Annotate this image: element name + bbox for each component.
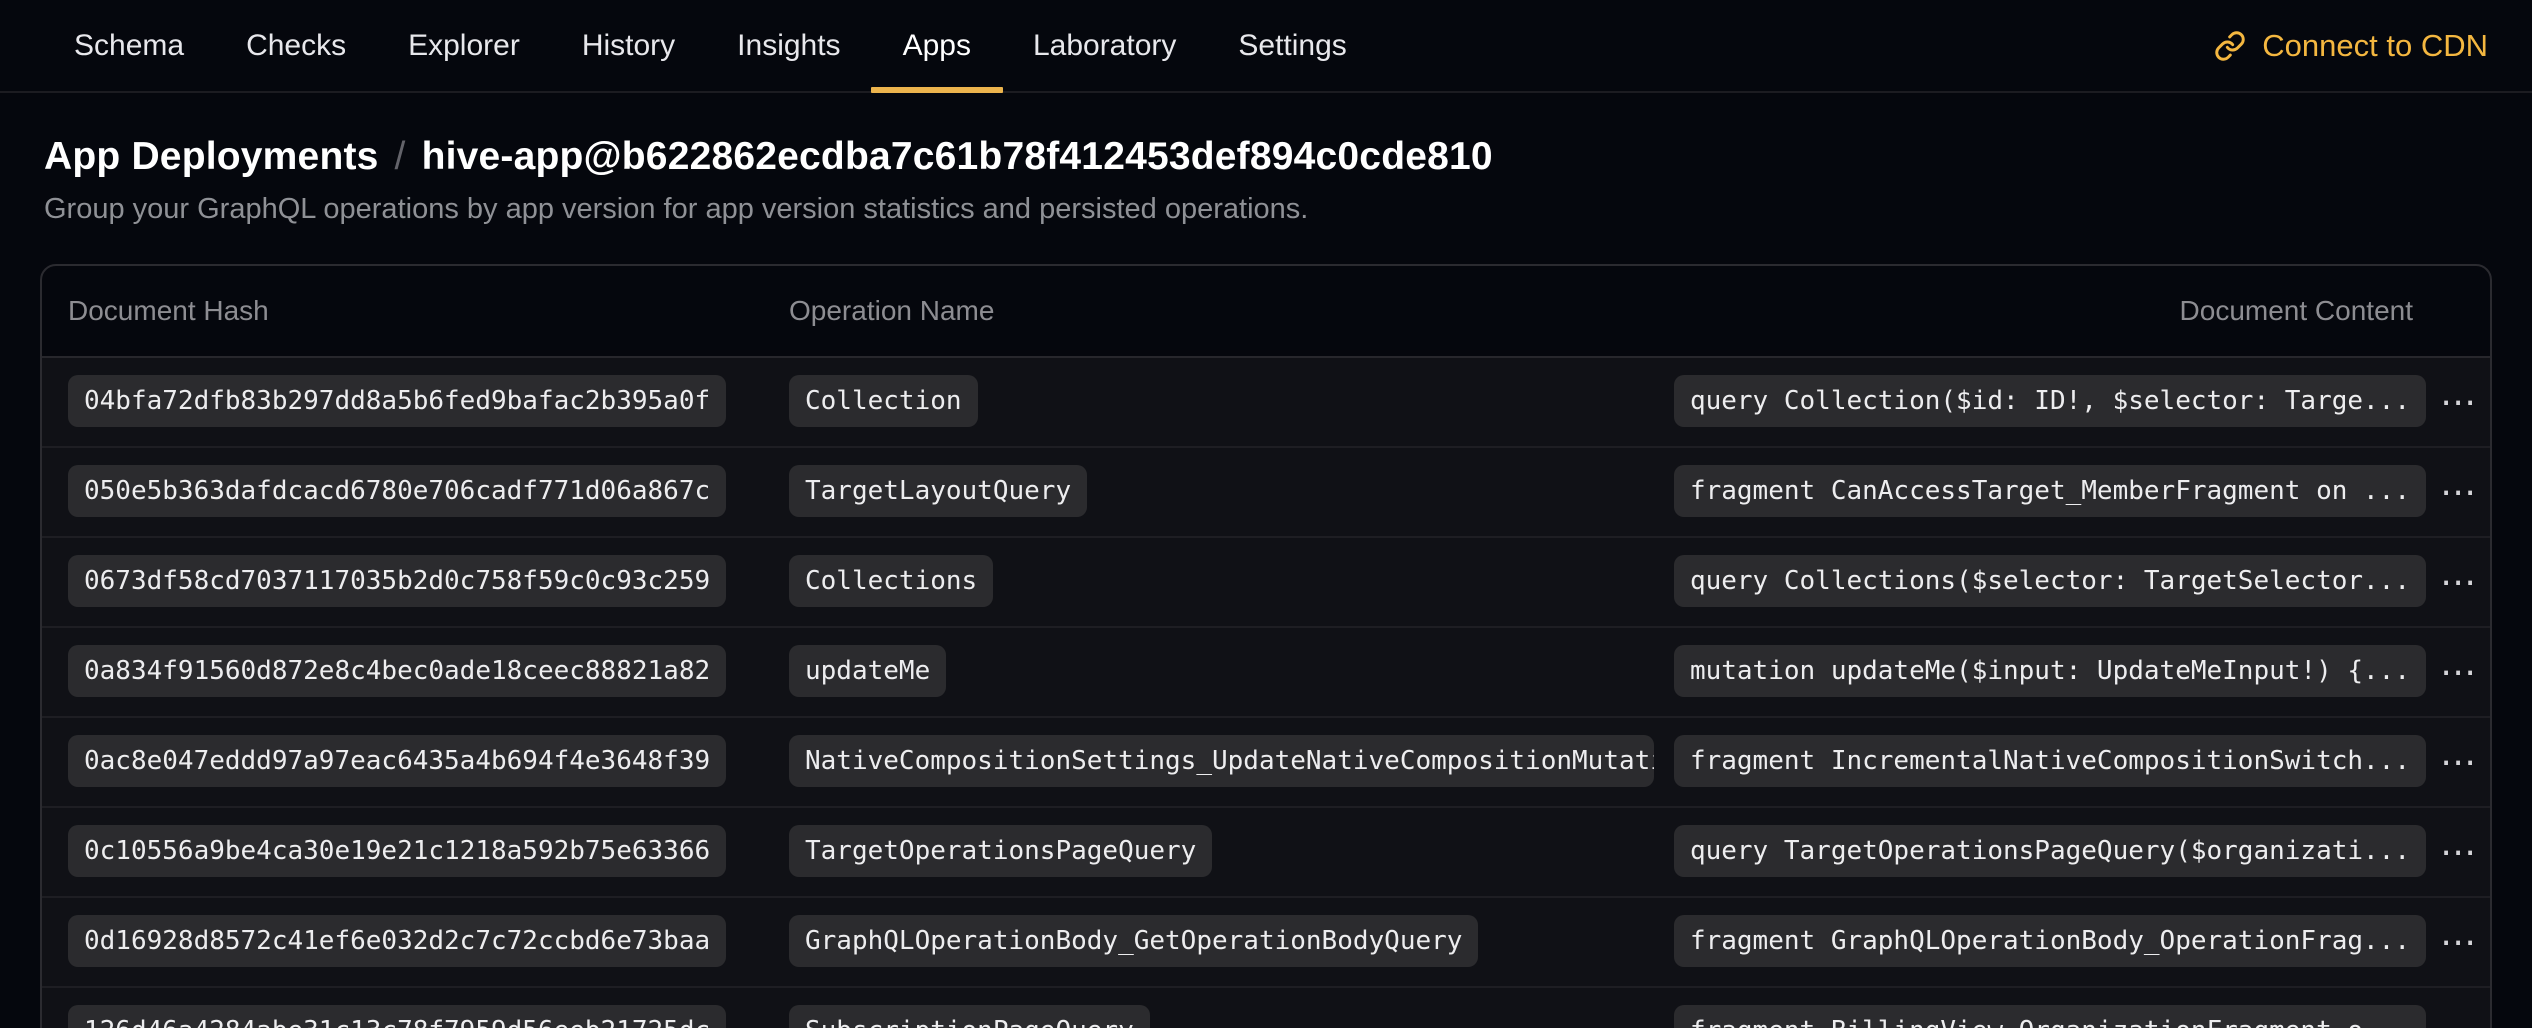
table-row: 126d46a4284abe31c13c78f7959d56eeb21725dc… <box>42 988 2490 1028</box>
nav-tab-checks[interactable]: Checks <box>246 0 346 91</box>
breadcrumb-section: App Deployments <box>44 135 379 179</box>
ellipsis-icon: ⋯ <box>2440 655 2476 691</box>
document-hash-chip: 0c10556a9be4ca30e19e21c1218a592b75e63366 <box>68 825 726 877</box>
table-row: 0c10556a9be4ca30e19e21c1218a592b75e63366… <box>42 808 2490 898</box>
ellipsis-icon: ⋯ <box>2440 745 2476 781</box>
nav-tabs: Schema Checks Explorer History Insights … <box>74 0 1347 91</box>
document-hash-chip: 0ac8e047eddd97a97eac6435a4b694f4e3648f39 <box>68 735 726 787</box>
document-content-chip: mutation updateMe($input: UpdateMeInput!… <box>1674 645 2426 697</box>
nav-tab-schema[interactable]: Schema <box>74 0 184 91</box>
ellipsis-icon: ⋯ <box>2440 925 2476 961</box>
operation-name-chip: TargetOperationsPageQuery <box>789 825 1212 877</box>
link-icon <box>2214 30 2246 62</box>
operation-name-chip: SubscriptionPageQuery <box>789 1005 1150 1028</box>
operation-name-chip: TargetLayoutQuery <box>789 465 1087 517</box>
document-content-chip: fragment GraphQLOperationBody_OperationF… <box>1674 915 2426 967</box>
nav-tab-explorer[interactable]: Explorer <box>408 0 520 91</box>
row-actions-button[interactable]: ⋯ <box>2426 808 2490 898</box>
column-header-operation-name: Operation Name <box>789 295 2180 327</box>
document-content-chip: query TargetOperationsPageQuery($organiz… <box>1674 825 2426 877</box>
nav-tab-history[interactable]: History <box>582 0 675 91</box>
table-row: 050e5b363dafdcacd6780e706cadf771d06a867c… <box>42 448 2490 538</box>
document-content-chip: query Collections($selector: TargetSelec… <box>1674 555 2426 607</box>
nav-tab-apps[interactable]: Apps <box>903 0 971 91</box>
row-actions-button[interactable]: ⋯ <box>2426 358 2490 448</box>
document-content-chip: fragment CanAccessTarget_MemberFragment … <box>1674 465 2426 517</box>
nav-tab-insights[interactable]: Insights <box>737 0 840 91</box>
column-header-document-hash: Document Hash <box>68 295 789 327</box>
operation-name-chip: updateMe <box>789 645 946 697</box>
row-actions-button[interactable]: ⋯ <box>2426 718 2490 808</box>
document-hash-chip: 126d46a4284abe31c13c78f7959d56eeb21725dc <box>68 1005 726 1028</box>
connect-to-cdn-label: Connect to CDN <box>2262 28 2488 64</box>
document-hash-chip: 0a834f91560d872e8c4bec0ade18ceec88821a82 <box>68 645 726 697</box>
ellipsis-icon: ⋯ <box>2440 565 2476 601</box>
row-actions-button[interactable]: ⋯ <box>2426 538 2490 628</box>
row-actions-button[interactable]: ⋯ <box>2426 448 2490 538</box>
ellipsis-icon: ⋯ <box>2440 1015 2476 1028</box>
document-hash-chip: 0d16928d8572c41ef6e032d2c7c72ccbd6e73baa <box>68 915 726 967</box>
column-header-document-content: Document Content <box>2180 295 2413 327</box>
page-subtitle: Group your GraphQL operations by app ver… <box>44 193 2488 226</box>
page-heading: App Deployments / hive-app@b622862ecdba7… <box>0 135 2532 226</box>
operation-name-chip: Collection <box>789 375 978 427</box>
ellipsis-icon: ⋯ <box>2440 835 2476 871</box>
row-actions-button[interactable]: ⋯ <box>2426 898 2490 988</box>
table-row: 0d16928d8572c41ef6e032d2c7c72ccbd6e73baa… <box>42 898 2490 988</box>
document-hash-chip: 0673df58cd7037117035b2d0c758f59c0c93c259 <box>68 555 726 607</box>
connect-to-cdn-button[interactable]: Connect to CDN <box>2214 28 2488 64</box>
operation-name-chip: GraphQLOperationBody_GetOperationBodyQue… <box>789 915 1478 967</box>
table-row: 04bfa72dfb83b297dd8a5b6fed9bafac2b395a0f… <box>42 358 2490 448</box>
table-row: 0673df58cd7037117035b2d0c758f59c0c93c259… <box>42 538 2490 628</box>
document-content-chip: fragment BillingView_OrganizationFragmen… <box>1674 1005 2426 1028</box>
document-hash-chip: 04bfa72dfb83b297dd8a5b6fed9bafac2b395a0f <box>68 375 726 427</box>
breadcrumb-current-app: hive-app@b622862ecdba7c61b78f412453def89… <box>422 135 1493 179</box>
table-row: 0ac8e047eddd97a97eac6435a4b694f4e3648f39… <box>42 718 2490 808</box>
nav-tab-laboratory[interactable]: Laboratory <box>1033 0 1176 91</box>
operation-name-chip: NativeCompositionSettings_UpdateNativeCo… <box>789 735 1654 787</box>
breadcrumb: App Deployments / hive-app@b622862ecdba7… <box>44 135 2488 179</box>
breadcrumb-separator: / <box>395 135 406 179</box>
ellipsis-icon: ⋯ <box>2440 385 2476 421</box>
operation-name-chip: Collections <box>789 555 993 607</box>
table-row: 0a834f91560d872e8c4bec0ade18ceec88821a82… <box>42 628 2490 718</box>
document-hash-chip: 050e5b363dafdcacd6780e706cadf771d06a867c <box>68 465 726 517</box>
document-content-chip: fragment IncrementalNativeCompositionSwi… <box>1674 735 2426 787</box>
top-navbar: Schema Checks Explorer History Insights … <box>0 0 2532 93</box>
row-actions-button[interactable]: ⋯ <box>2426 988 2490 1028</box>
document-content-chip: query Collection($id: ID!, $selector: Ta… <box>1674 375 2426 427</box>
ellipsis-icon: ⋯ <box>2440 475 2476 511</box>
app-deployments-table: Document Hash Operation Name Document Co… <box>40 264 2492 1028</box>
nav-tab-settings[interactable]: Settings <box>1238 0 1346 91</box>
row-actions-button[interactable]: ⋯ <box>2426 628 2490 718</box>
table-header-row: Document Hash Operation Name Document Co… <box>42 266 2490 358</box>
